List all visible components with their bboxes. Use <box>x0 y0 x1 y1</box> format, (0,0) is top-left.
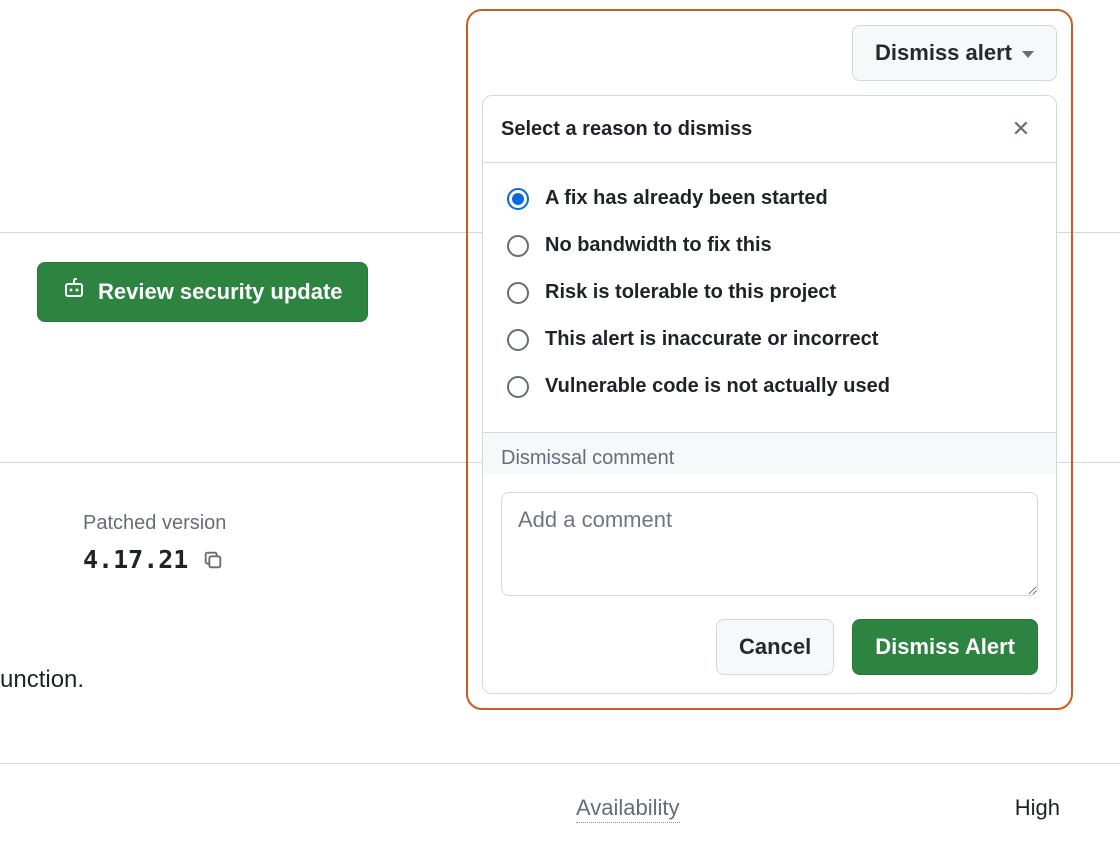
close-icon: ✕ <box>1012 116 1030 142</box>
dismiss-reason-option[interactable]: Vulnerable code is not actually used <box>501 363 1038 410</box>
review-security-update-button[interactable]: Review security update <box>37 262 368 322</box>
dismiss-reason-label: Vulnerable code is not actually used <box>545 375 890 398</box>
availability-row: Availability High <box>576 795 1060 823</box>
dismiss-reason-option[interactable]: A fix has already been started <box>501 175 1038 222</box>
comment-textarea[interactable] <box>501 492 1038 596</box>
radio-icon <box>507 376 529 398</box>
patched-version-value: 4.17.21 <box>83 545 188 574</box>
dismiss-reason-label: No bandwidth to fix this <box>545 234 772 257</box>
confirm-dismiss-button[interactable]: Dismiss Alert <box>852 619 1038 675</box>
radio-icon <box>507 329 529 351</box>
dismiss-reason-label: This alert is inaccurate or incorrect <box>545 328 878 351</box>
panel-title: Select a reason to dismiss <box>501 118 752 141</box>
dismiss-reason-option[interactable]: Risk is tolerable to this project <box>501 269 1038 316</box>
dismiss-reason-option[interactable]: No bandwidth to fix this <box>501 222 1038 269</box>
dismiss-reason-option[interactable]: This alert is inaccurate or incorrect <box>501 316 1038 363</box>
dismiss-trigger-label: Dismiss alert <box>875 40 1012 66</box>
close-button[interactable]: ✕ <box>1004 112 1038 146</box>
patched-version-label: Patched version <box>83 512 226 535</box>
dismiss-reason-label: A fix has already been started <box>545 187 828 210</box>
chevron-down-icon <box>1022 51 1034 58</box>
confirm-label: Dismiss Alert <box>875 634 1015 659</box>
divider <box>0 763 1120 764</box>
panel-header: Select a reason to dismiss ✕ <box>483 96 1056 163</box>
copy-icon[interactable] <box>202 549 224 571</box>
radio-icon <box>507 188 529 210</box>
review-button-label: Review security update <box>98 279 343 305</box>
cancel-label: Cancel <box>739 634 811 659</box>
radio-icon <box>507 235 529 257</box>
dependabot-icon <box>62 277 86 307</box>
comment-body <box>483 474 1056 619</box>
cancel-button[interactable]: Cancel <box>716 619 834 675</box>
comment-heading: Dismissal comment <box>501 447 1038 470</box>
panel-actions: Cancel Dismiss Alert <box>483 619 1056 693</box>
dismiss-alert-popover: Dismiss alert Select a reason to dismiss… <box>466 9 1073 710</box>
availability-label: Availability <box>576 795 680 823</box>
comment-section-header: Dismissal comment <box>483 432 1056 474</box>
dismiss-reason-list: A fix has already been started No bandwid… <box>483 163 1056 432</box>
radio-icon <box>507 282 529 304</box>
availability-value: High <box>1015 795 1060 823</box>
dismiss-alert-trigger[interactable]: Dismiss alert <box>852 25 1057 81</box>
dismiss-reason-label: Risk is tolerable to this project <box>545 281 836 304</box>
description-fragment: unction. <box>0 666 84 694</box>
patched-version-block: Patched version 4.17.21 <box>83 512 226 574</box>
dismiss-panel: Select a reason to dismiss ✕ A fix has a… <box>482 95 1057 694</box>
